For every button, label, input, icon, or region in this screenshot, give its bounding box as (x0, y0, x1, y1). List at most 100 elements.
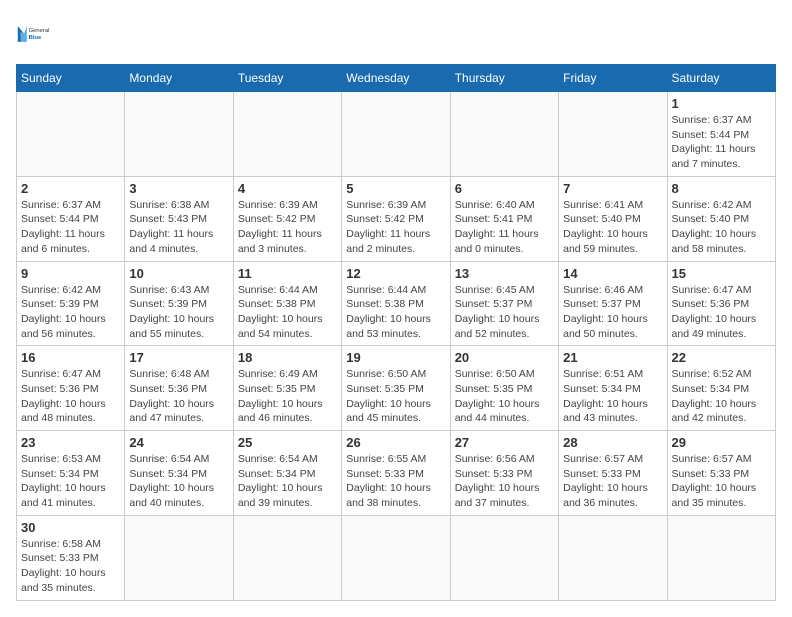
day-number: 5 (346, 181, 445, 196)
calendar-cell (450, 515, 558, 600)
day-number: 2 (21, 181, 120, 196)
calendar-cell: 7Sunrise: 6:41 AM Sunset: 5:40 PM Daylig… (559, 176, 667, 261)
day-number: 27 (455, 435, 554, 450)
day-info: Sunrise: 6:37 AM Sunset: 5:44 PM Dayligh… (21, 198, 120, 257)
day-number: 29 (672, 435, 771, 450)
calendar-cell: 2 Sunrise: 6:37 AM Sunset: 5:44 PM Daylig… (17, 176, 125, 261)
day-number: 9 (21, 266, 120, 281)
calendar-table: SundayMondayTuesdayWednesdayThursdayFrid… (16, 64, 776, 601)
calendar-cell: 3 Sunrise: 6:38 AM Sunset: 5:43 PM Daylig… (125, 176, 233, 261)
day-info: Sunrise: 6:43 AM Sunset: 5:39 PM Dayligh… (129, 283, 228, 342)
day-number: 11 (238, 266, 337, 281)
calendar-week-row: 16Sunrise: 6:47 AM Sunset: 5:36 PM Dayli… (17, 346, 776, 431)
day-number: 21 (563, 350, 662, 365)
calendar-cell: 20Sunrise: 6:50 AM Sunset: 5:35 PM Dayli… (450, 346, 558, 431)
day-number: 19 (346, 350, 445, 365)
day-number: 24 (129, 435, 228, 450)
day-info: Sunrise: 6:50 AM Sunset: 5:35 PM Dayligh… (455, 367, 554, 426)
day-info: Sunrise: 6:42 AM Sunset: 5:40 PM Dayligh… (672, 198, 771, 257)
day-info: Sunrise: 6:40 AM Sunset: 5:41 PM Dayligh… (455, 198, 554, 257)
calendar-cell: 30 Sunrise: 6:58 AM Sunset: 5:33 PM Dayli… (17, 515, 125, 600)
day-info: Sunrise: 6:57 AM Sunset: 5:33 PM Dayligh… (563, 452, 662, 511)
day-number: 22 (672, 350, 771, 365)
day-number: 14 (563, 266, 662, 281)
calendar-cell: 29 Sunrise: 6:57 AM Sunset: 5:33 PM Dayli… (667, 431, 775, 516)
day-number: 16 (21, 350, 120, 365)
day-number: 13 (455, 266, 554, 281)
calendar-cell: 4Sunrise: 6:39 AM Sunset: 5:42 PM Daylig… (233, 176, 341, 261)
calendar-cell: 12Sunrise: 6:44 AM Sunset: 5:38 PM Dayli… (342, 261, 450, 346)
logo-icon: GeneralBlue (16, 16, 52, 52)
calendar-cell: 1 Sunrise: 6:37 AM Sunset: 5:44 PM Daylig… (667, 92, 775, 177)
day-header: Wednesday (342, 65, 450, 92)
day-info: Sunrise: 6:53 AM Sunset: 5:34 PM Dayligh… (21, 452, 120, 511)
day-info: Sunrise: 6:42 AM Sunset: 5:39 PM Dayligh… (21, 283, 120, 342)
calendar-week-row: 9 Sunrise: 6:42 AM Sunset: 5:39 PM Daylig… (17, 261, 776, 346)
day-number: 4 (238, 181, 337, 196)
day-info: Sunrise: 6:55 AM Sunset: 5:33 PM Dayligh… (346, 452, 445, 511)
calendar-cell: 14Sunrise: 6:46 AM Sunset: 5:37 PM Dayli… (559, 261, 667, 346)
day-info: Sunrise: 6:49 AM Sunset: 5:35 PM Dayligh… (238, 367, 337, 426)
day-info: Sunrise: 6:39 AM Sunset: 5:42 PM Dayligh… (346, 198, 445, 257)
day-info: Sunrise: 6:58 AM Sunset: 5:33 PM Dayligh… (21, 537, 120, 596)
calendar-cell (667, 515, 775, 600)
calendar-cell: 8 Sunrise: 6:42 AM Sunset: 5:40 PM Daylig… (667, 176, 775, 261)
day-number: 17 (129, 350, 228, 365)
day-info: Sunrise: 6:54 AM Sunset: 5:34 PM Dayligh… (129, 452, 228, 511)
calendar-cell: 16Sunrise: 6:47 AM Sunset: 5:36 PM Dayli… (17, 346, 125, 431)
calendar-cell: 5 Sunrise: 6:39 AM Sunset: 5:42 PM Daylig… (342, 176, 450, 261)
calendar-cell (559, 515, 667, 600)
calendar-cell (17, 92, 125, 177)
calendar-cell: 17 Sunrise: 6:48 AM Sunset: 5:36 PM Dayli… (125, 346, 233, 431)
day-info: Sunrise: 6:37 AM Sunset: 5:44 PM Dayligh… (672, 113, 771, 172)
day-info: Sunrise: 6:54 AM Sunset: 5:34 PM Dayligh… (238, 452, 337, 511)
day-info: Sunrise: 6:57 AM Sunset: 5:33 PM Dayligh… (672, 452, 771, 511)
day-number: 8 (672, 181, 771, 196)
day-number: 25 (238, 435, 337, 450)
calendar-header-row: SundayMondayTuesdayWednesdayThursdayFrid… (17, 65, 776, 92)
day-info: Sunrise: 6:44 AM Sunset: 5:38 PM Dayligh… (346, 283, 445, 342)
calendar-week-row: 23 Sunrise: 6:53 AM Sunset: 5:34 PM Dayli… (17, 431, 776, 516)
calendar-cell: 28 Sunrise: 6:57 AM Sunset: 5:33 PM Dayli… (559, 431, 667, 516)
calendar-cell: 19 Sunrise: 6:50 AM Sunset: 5:35 PM Dayli… (342, 346, 450, 431)
calendar-cell: 26 Sunrise: 6:55 AM Sunset: 5:33 PM Dayli… (342, 431, 450, 516)
day-number: 28 (563, 435, 662, 450)
day-header: Thursday (450, 65, 558, 92)
svg-text:Blue: Blue (29, 35, 42, 41)
calendar-cell (125, 515, 233, 600)
calendar-cell (450, 92, 558, 177)
day-number: 23 (21, 435, 120, 450)
day-header: Sunday (17, 65, 125, 92)
calendar-cell: 11Sunrise: 6:44 AM Sunset: 5:38 PM Dayli… (233, 261, 341, 346)
calendar-cell: 9 Sunrise: 6:42 AM Sunset: 5:39 PM Daylig… (17, 261, 125, 346)
day-info: Sunrise: 6:51 AM Sunset: 5:34 PM Dayligh… (563, 367, 662, 426)
calendar-cell (125, 92, 233, 177)
day-number: 30 (21, 520, 120, 535)
calendar-week-row: 2 Sunrise: 6:37 AM Sunset: 5:44 PM Daylig… (17, 176, 776, 261)
day-number: 18 (238, 350, 337, 365)
day-header: Saturday (667, 65, 775, 92)
calendar-cell: 18 Sunrise: 6:49 AM Sunset: 5:35 PM Dayli… (233, 346, 341, 431)
day-number: 26 (346, 435, 445, 450)
calendar-cell: 15Sunrise: 6:47 AM Sunset: 5:36 PM Dayli… (667, 261, 775, 346)
logo: GeneralBlue (16, 16, 52, 52)
calendar-cell (559, 92, 667, 177)
calendar-cell: 23 Sunrise: 6:53 AM Sunset: 5:34 PM Dayli… (17, 431, 125, 516)
day-info: Sunrise: 6:38 AM Sunset: 5:43 PM Dayligh… (129, 198, 228, 257)
calendar-cell (233, 515, 341, 600)
day-info: Sunrise: 6:56 AM Sunset: 5:33 PM Dayligh… (455, 452, 554, 511)
calendar-cell: 10 Sunrise: 6:43 AM Sunset: 5:39 PM Dayli… (125, 261, 233, 346)
day-number: 3 (129, 181, 228, 196)
day-number: 7 (563, 181, 662, 196)
calendar-cell (233, 92, 341, 177)
calendar-cell: 13Sunrise: 6:45 AM Sunset: 5:37 PM Dayli… (450, 261, 558, 346)
day-number: 6 (455, 181, 554, 196)
day-info: Sunrise: 6:48 AM Sunset: 5:36 PM Dayligh… (129, 367, 228, 426)
day-header: Monday (125, 65, 233, 92)
day-number: 10 (129, 266, 228, 281)
day-info: Sunrise: 6:52 AM Sunset: 5:34 PM Dayligh… (672, 367, 771, 426)
calendar-cell (342, 515, 450, 600)
page-header: GeneralBlue (16, 16, 776, 52)
day-info: Sunrise: 6:50 AM Sunset: 5:35 PM Dayligh… (346, 367, 445, 426)
day-number: 1 (672, 96, 771, 111)
